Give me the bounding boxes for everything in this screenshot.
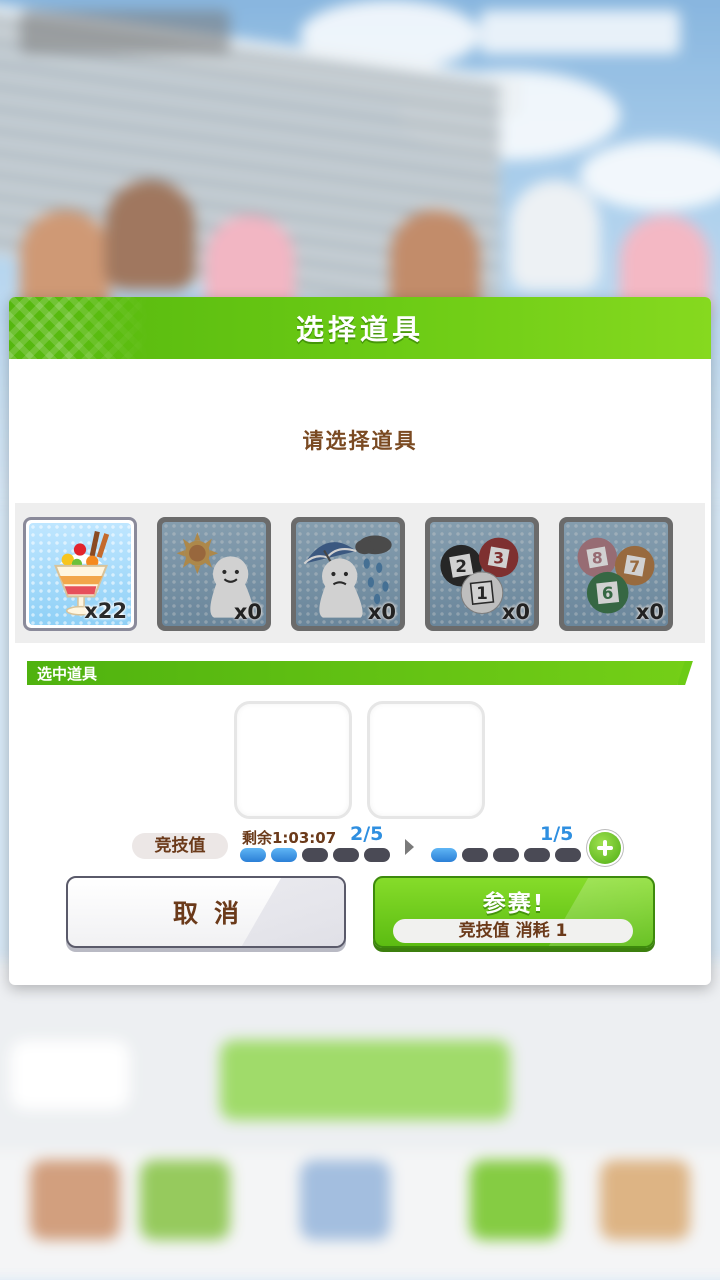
item-slot-parfait[interactable]: x22 — [23, 517, 137, 631]
svg-text:2: 2 — [455, 557, 467, 576]
stamina-pip — [271, 848, 297, 862]
svg-text:6: 6 — [602, 584, 614, 603]
stamina-pip — [555, 848, 581, 862]
svg-text:3: 3 — [493, 550, 504, 568]
item-count: x0 — [367, 600, 396, 624]
svg-text:7: 7 — [629, 558, 640, 576]
join-race-button-label: 参赛! — [482, 891, 546, 917]
stamina-remaining-time: 剩余1:03:07 — [242, 829, 337, 847]
cancel-button[interactable]: 取消 — [66, 876, 346, 948]
join-cost-label: 竞技值 消耗 1 — [393, 919, 633, 943]
item-slot-sunny-charm[interactable]: x0 — [157, 517, 271, 631]
stamina-pip — [364, 848, 390, 862]
stamina-pip — [302, 848, 328, 862]
item-count: x22 — [84, 599, 127, 623]
stamina-after-ratio: 1/5 — [540, 823, 574, 845]
stamina-pip — [333, 848, 359, 862]
dialog-title: 选择道具 — [295, 313, 424, 346]
selected-item-slot-1[interactable] — [234, 701, 352, 819]
svg-text:8: 8 — [592, 550, 603, 568]
svg-text:1: 1 — [476, 584, 488, 603]
arrow-right-icon — [405, 839, 414, 855]
stamina-current-ratio: 2/5 — [350, 823, 384, 845]
item-slot-lottery-balls-123[interactable]: 2 3 1 x0 — [425, 517, 539, 631]
item-count: x0 — [635, 600, 664, 624]
item-slot-rainy-charm[interactable]: x0 — [291, 517, 405, 631]
cancel-button-label: 取消 — [172, 899, 255, 928]
item-slot-lottery-balls-678[interactable]: 8 7 6 x0 — [559, 517, 673, 631]
stamina-label: 竞技值 — [132, 833, 228, 859]
item-count: x0 — [501, 600, 530, 624]
select-item-dialog: 选择道具 请选择道具 x22 x0 x0 2 3 1 x0 8 7 6 x0 选… — [9, 297, 711, 985]
add-stamina-button[interactable] — [589, 832, 621, 864]
stamina-pip — [524, 848, 550, 862]
stamina-pip — [240, 848, 266, 862]
join-race-button[interactable]: 参赛! 竞技值 消耗 1 — [373, 876, 655, 948]
item-count: x0 — [233, 600, 262, 624]
selected-items-bar — [27, 661, 687, 685]
stamina-pip — [493, 848, 519, 862]
item-list: x22 x0 x0 2 3 1 x0 8 7 6 x0 — [15, 503, 705, 643]
select-item-prompt: 请选择道具 — [302, 429, 418, 453]
selected-items-label: 选中道具 — [37, 665, 98, 683]
stamina-pip — [431, 848, 457, 862]
selected-item-slot-2[interactable] — [367, 701, 485, 819]
dialog-header: 选择道具 — [9, 297, 711, 359]
stamina-pip — [462, 848, 488, 862]
header-pattern — [9, 297, 149, 359]
